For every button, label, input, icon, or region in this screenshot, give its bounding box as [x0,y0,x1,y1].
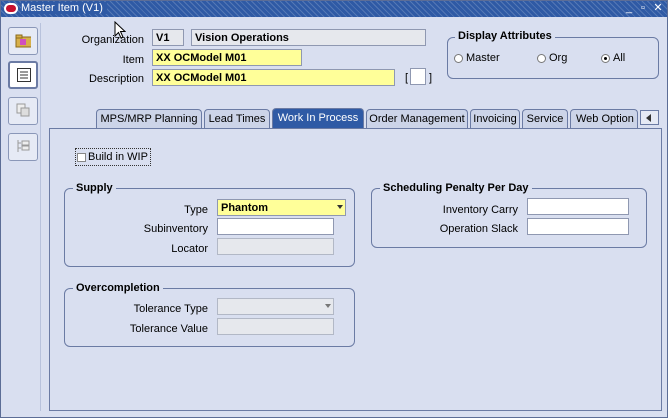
tab-invoicing[interactable]: Invoicing [470,109,520,128]
build-in-wip-checkbox[interactable]: Build in WIP [77,151,148,163]
tab-work-in-process[interactable]: Work In Process [272,108,364,128]
tab-order-management[interactable]: Order Management [366,109,468,128]
tolerance-value-label: Tolerance Value [129,323,208,335]
minimize-icon[interactable]: _ [623,2,635,14]
item-label: Item [122,54,144,66]
folder-icon [15,34,31,48]
tab-mps-mrp-planning[interactable]: MPS/MRP Planning [96,109,202,128]
item-field[interactable]: XX OCModel M01 [152,49,302,66]
subinventory-label: Subinventory [143,223,208,235]
radio-all[interactable]: All [601,52,625,64]
flexfield-close-bracket: ] [429,72,433,84]
tab-service[interactable]: Service [522,109,568,128]
list-icon [17,68,31,82]
dropdown-arrow-icon [325,304,331,308]
radio-org-button[interactable] [537,53,546,63]
sidebar-folder-button[interactable] [8,27,38,55]
supply-type-select[interactable]: Phantom [217,199,346,216]
dropdown-arrow-icon [337,205,343,209]
work-in-process-panel [49,128,662,411]
radio-master-label: Master [466,52,500,64]
tolerance-value-field[interactable] [217,318,334,335]
inventory-carry-label: Inventory Carry [442,204,518,216]
organization-code-field[interactable]: V1 [152,29,184,46]
tree-list-icon [17,140,30,152]
radio-org-label: Org [549,52,568,64]
radio-all-button[interactable] [601,53,610,63]
oracle-logo-icon [4,3,18,14]
description-field[interactable]: XX OCModel M01 [152,69,395,86]
mouse-cursor-icon [114,21,126,39]
operation-slack-field[interactable] [527,218,629,235]
inventory-carry-field[interactable] [527,198,629,215]
scheduling-penalty-title: Scheduling Penalty Per Day [380,182,532,194]
master-item-window: Master Item (V1) _ ▫ ✕ Organization V1 V… [0,0,668,418]
operation-slack-label: Operation Slack [439,223,518,235]
display-attributes-title: Display Attributes [455,30,555,42]
tab-lead-times[interactable]: Lead Times [204,109,270,128]
tolerance-type-select[interactable] [217,298,334,315]
sidebar [6,23,41,411]
organization-name-field[interactable]: Vision Operations [191,29,426,46]
radio-all-label: All [613,52,626,64]
tolerance-type-label: Tolerance Type [133,303,208,315]
radio-master-button[interactable] [454,53,463,63]
sidebar-list-button[interactable] [8,61,38,89]
sidebar-attachments-button[interactable] [8,97,38,125]
title-bar: Master Item (V1) _ ▫ ✕ [1,1,667,17]
descriptive-flexfield[interactable] [410,68,426,85]
close-icon[interactable]: ✕ [652,2,664,14]
window-title: Master Item (V1) [21,2,107,14]
maximize-icon[interactable]: ▫ [637,2,649,14]
radio-master[interactable]: Master [454,52,500,64]
left-arrow-icon [646,114,651,122]
locator-label: Locator [171,243,208,255]
build-in-wip-label: Build in WIP [88,151,148,163]
sidebar-tree-button[interactable] [8,133,38,161]
attachments-icon [16,103,30,117]
supply-type-label: Type [184,204,208,216]
organization-label: Organization [81,34,144,46]
supply-type-value: Phantom [221,202,269,214]
subinventory-field[interactable] [217,218,334,235]
tab-web-option[interactable]: Web Option [570,109,638,128]
build-in-wip-box[interactable] [77,152,86,162]
radio-org[interactable]: Org [537,52,567,64]
tab-scroll-left-button[interactable] [640,110,659,125]
locator-field[interactable] [217,238,334,255]
supply-title: Supply [73,182,116,194]
overcompletion-title: Overcompletion [73,282,163,294]
flexfield-open-bracket: [ [405,72,409,84]
description-label: Description [88,73,144,85]
